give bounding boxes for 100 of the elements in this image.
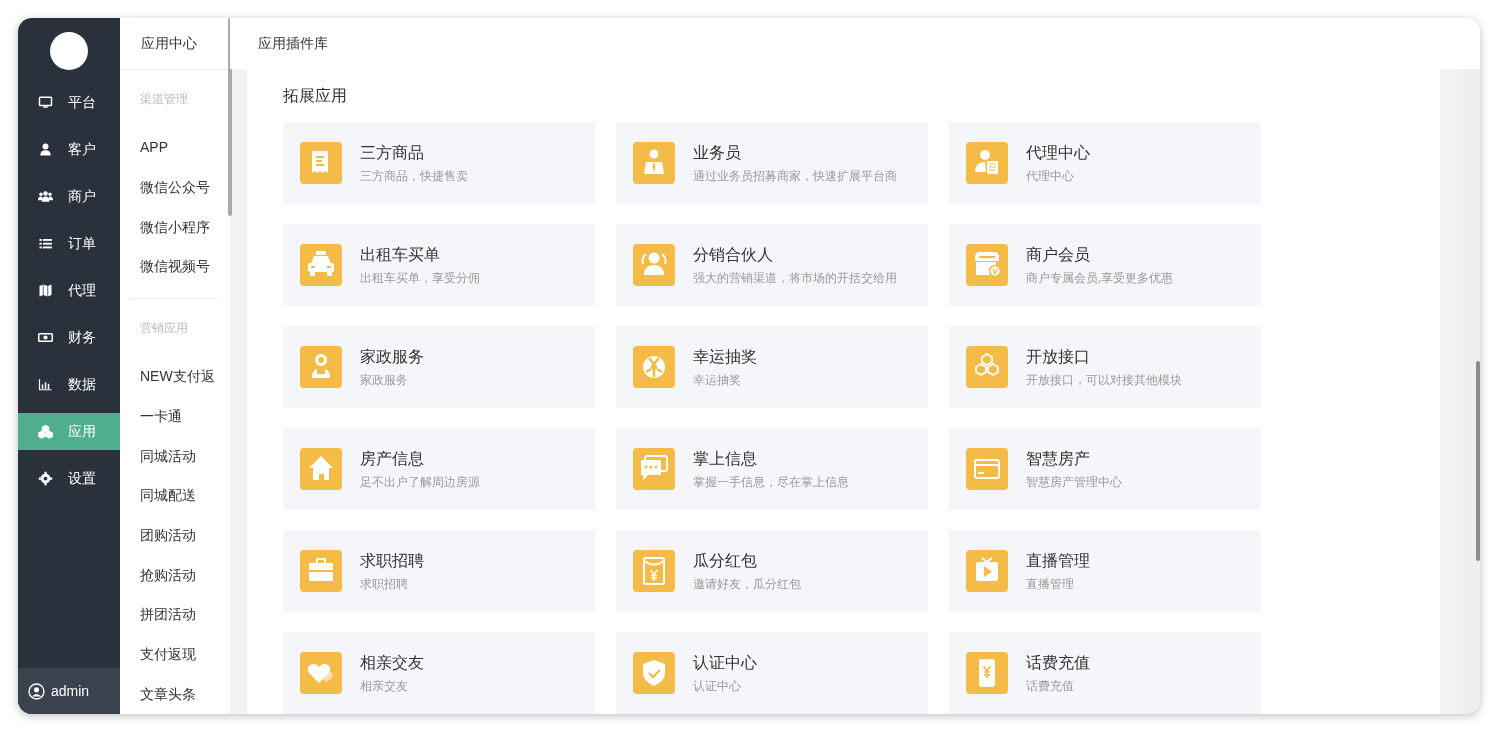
- card-title: 直播管理: [1026, 551, 1090, 571]
- app-card[interactable]: 掌上信息 掌握一手信息，尽在掌上信息: [616, 428, 928, 510]
- submenu-item[interactable]: 微信视频号: [130, 247, 220, 287]
- card-description: 相亲交友: [360, 678, 409, 694]
- app-card[interactable]: 房产信息 足不出户了解周边房源: [283, 428, 595, 510]
- submenu-item[interactable]: 抢购活动: [130, 555, 220, 595]
- people-icon: [38, 189, 53, 204]
- person-with-document-icon: [966, 142, 1008, 184]
- submenu-item[interactable]: 同城配送: [130, 475, 220, 516]
- tv-play-icon: [966, 550, 1008, 592]
- card-title: 瓜分红包: [693, 551, 758, 571]
- card-title: 家政服务: [360, 347, 424, 367]
- card-icon: [966, 448, 1008, 490]
- app-card[interactable]: 业务员 通过业务员招募商家，快速扩展平台商: [616, 122, 928, 204]
- app-card[interactable]: 家政服务 家政服务: [283, 326, 595, 408]
- submenu-item[interactable]: 一卡通: [130, 396, 220, 437]
- card-title: 求职招聘: [360, 551, 424, 571]
- app-card[interactable]: 相亲交友 相亲交友: [283, 632, 595, 714]
- card-title: 掌上信息: [693, 449, 758, 469]
- card-description: 通过业务员招募商家，快速扩展平台商: [693, 168, 897, 184]
- app-card[interactable]: 分销合伙人 强大的营销渠道，将市场的开括交给用: [616, 224, 928, 306]
- nav-item[interactable]: 数据: [18, 366, 120, 403]
- card-title: 代理中心: [1026, 143, 1090, 163]
- card-description: 幸运抽奖: [693, 372, 742, 388]
- person-with-tie-icon: [633, 142, 675, 184]
- user-bar[interactable]: admin: [18, 668, 120, 714]
- nav-item[interactable]: 客户: [18, 131, 120, 168]
- monitor-icon: [38, 95, 53, 110]
- map-icon: [38, 283, 53, 298]
- cubes-icon: [38, 424, 53, 439]
- card-description: 商户专属会员,享受更多优惠: [1026, 270, 1174, 286]
- user-name: admin: [51, 681, 90, 701]
- card-description: 出租车买单，享受分佣: [360, 270, 480, 286]
- app-card[interactable]: 智慧房产 智慧房产管理中心: [949, 428, 1261, 510]
- card-title: 出租车买单: [360, 245, 441, 265]
- page-title: 应用插件库: [258, 34, 328, 53]
- submenu-item[interactable]: NEW支付返: [130, 356, 220, 397]
- nav-item[interactable]: 订单: [18, 225, 120, 262]
- envelope-yen-icon: [633, 550, 675, 592]
- house-icon: [300, 448, 342, 490]
- card-description: 话费充值: [1026, 678, 1075, 694]
- card-description: 家政服务: [360, 372, 409, 388]
- nav-item[interactable]: 商户: [18, 178, 120, 215]
- submenu-item[interactable]: 微信公众号: [130, 167, 220, 208]
- circle-segments-icon: [633, 346, 675, 388]
- bar-chart-icon: [38, 377, 53, 392]
- submenu-item[interactable]: 团购活动: [130, 515, 220, 556]
- banknote-icon: [38, 330, 53, 345]
- nav-item[interactable]: 设置: [18, 460, 120, 497]
- submenu-item[interactable]: 支付返现: [130, 634, 220, 675]
- app-card[interactable]: 出租车买单 出租车买单，享受分佣: [283, 224, 595, 306]
- gear-icon: [38, 471, 53, 486]
- submenu-item[interactable]: 同城活动: [130, 436, 220, 476]
- card-title: 认证中心: [693, 653, 757, 673]
- storefront-badge-icon: [966, 244, 1008, 286]
- worker-icon: [300, 346, 342, 388]
- submenu-item[interactable]: APP: [130, 128, 220, 168]
- app-card[interactable]: 直播管理 直播管理: [949, 530, 1261, 612]
- card-title: 话费充值: [1026, 653, 1090, 673]
- app-card[interactable]: 求职招聘 求职招聘: [283, 530, 595, 612]
- card-title: 业务员: [693, 143, 742, 163]
- card-description: 智慧房产管理中心: [1026, 474, 1122, 490]
- section-title: 拓展应用: [283, 86, 348, 106]
- submenu-item[interactable]: 文章头条: [130, 674, 220, 714]
- app-card[interactable]: 商户会员 商户专属会员,享受更多优惠: [949, 224, 1261, 306]
- card-title: 房产信息: [360, 449, 425, 469]
- submenu-title: 应用中心: [141, 34, 197, 54]
- person-icon: [38, 142, 53, 157]
- app-card[interactable]: 代理中心 代理中心: [949, 122, 1261, 204]
- app-card[interactable]: 话费充值 话费充值: [949, 632, 1261, 714]
- card-title: 分销合伙人: [693, 245, 774, 265]
- app-card[interactable]: 幸运抽奖 幸运抽奖: [616, 326, 928, 408]
- taxi-icon: [300, 244, 342, 286]
- submenu-item[interactable]: 拼团活动: [130, 594, 220, 635]
- card-description: 代理中心: [1026, 168, 1075, 184]
- card-description: 开放接口，可以对接其他模块: [1026, 372, 1182, 388]
- card-description: 三方商品，快捷售卖: [360, 168, 468, 184]
- receipt-icon: [300, 142, 342, 184]
- card-description: 直播管理: [1026, 576, 1075, 592]
- card-description: 求职招聘: [360, 576, 409, 592]
- hearts-icon: [300, 652, 342, 694]
- app-card[interactable]: 开放接口 开放接口，可以对接其他模块: [949, 326, 1261, 408]
- hexagons-icon: [966, 346, 1008, 388]
- nav-item[interactable]: 代理: [18, 272, 120, 309]
- list-icon: [38, 236, 53, 251]
- app-card[interactable]: 三方商品 三方商品，快捷售卖: [283, 122, 595, 204]
- group-label: 渠道管理: [139, 91, 189, 109]
- group-label: 营销应用: [139, 319, 189, 337]
- app-card[interactable]: 认证中心 认证中心: [616, 632, 928, 714]
- submenu-item[interactable]: 微信小程序: [130, 207, 220, 248]
- app-card[interactable]: 瓜分红包 邀请好友，瓜分红包: [616, 530, 928, 612]
- card-description: 认证中心: [693, 678, 742, 694]
- briefcase-icon: [300, 550, 342, 592]
- card-title: 三方商品: [360, 143, 425, 163]
- card-description: 邀请好友，瓜分红包: [693, 576, 801, 592]
- nav-item[interactable]: 平台: [18, 84, 120, 121]
- shield-check-icon: [633, 652, 675, 694]
- nav-item[interactable]: 财务: [18, 319, 120, 356]
- card-description: 强大的营销渠道，将市场的开括交给用: [693, 270, 897, 286]
- card-title: 相亲交友: [360, 653, 424, 673]
